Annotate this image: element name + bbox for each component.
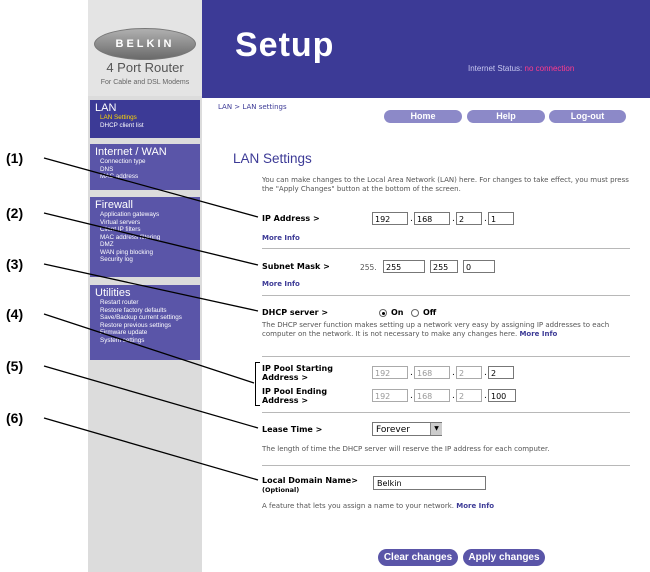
leader-line-1 [43,157,259,218]
leader-line-5 [43,365,259,429]
leader-line-4 [43,313,255,384]
leader-line-6 [43,417,259,481]
callout-leaders [43,157,259,481]
leader-line-3 [43,263,259,312]
leader-line-2 [43,212,259,266]
